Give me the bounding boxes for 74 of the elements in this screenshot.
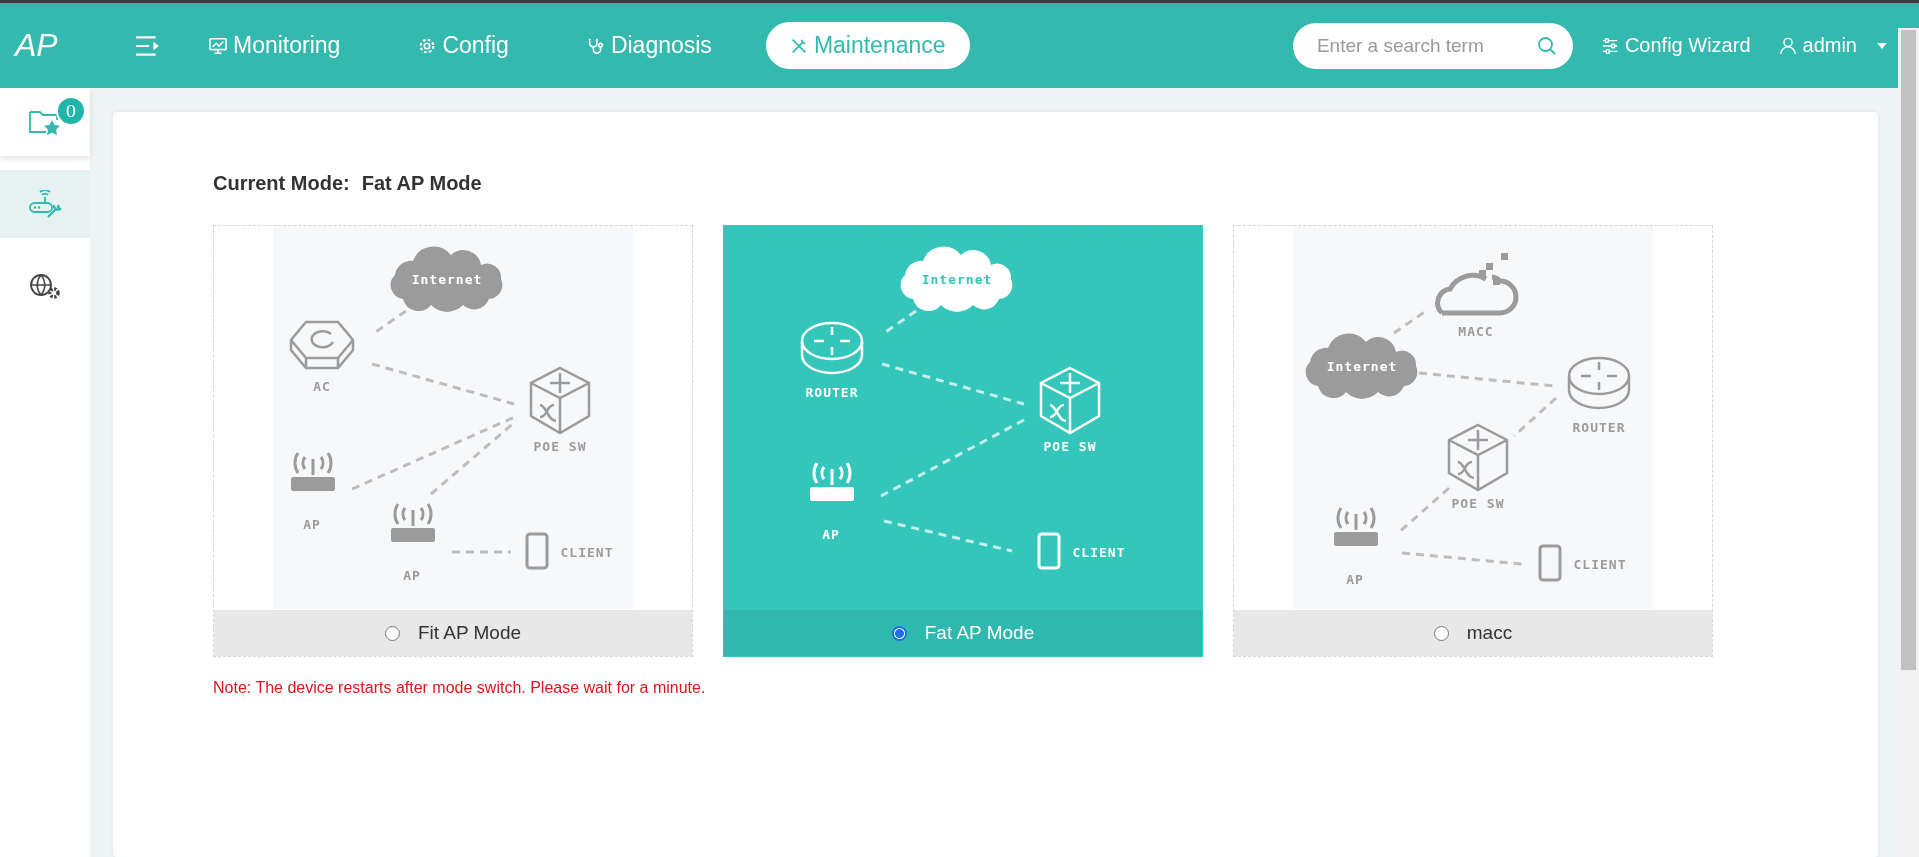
cloud-icon <box>900 246 1013 312</box>
search-field[interactable]: Enter a search term <box>1292 22 1573 69</box>
phone-icon <box>525 532 549 570</box>
cloud-icon <box>390 246 503 312</box>
connection-line <box>1513 396 1557 438</box>
cloud-icon <box>1305 333 1418 399</box>
access-point-icon <box>391 502 435 542</box>
count-badge: 0 <box>56 96 86 126</box>
menu-icon[interactable] <box>135 34 161 57</box>
diagram-label: CLIENT <box>560 545 614 560</box>
diagram-label: POE SW <box>1043 439 1097 454</box>
diagram-label: ROUTER <box>805 385 859 400</box>
mode-label: Fat AP Mode <box>924 622 1035 644</box>
diagram-label: Internet <box>411 272 483 287</box>
diagram-label: MACC <box>1458 324 1494 339</box>
controller-icon <box>289 320 355 370</box>
radio-button[interactable] <box>891 625 907 641</box>
gear-icon <box>418 36 437 55</box>
nav-tab[interactable]: Maintenance <box>765 22 970 69</box>
switch-icon <box>1447 423 1509 492</box>
scrollbar-thumb[interactable] <box>1901 30 1916 670</box>
current-mode-label: Current Mode: <box>213 172 350 195</box>
current-mode-value: Fat AP Mode <box>361 172 482 195</box>
config-wizard-link[interactable]: Config Wizard <box>1600 34 1751 57</box>
router-icon <box>800 321 864 375</box>
folder-star-icon <box>28 108 62 136</box>
sliders-icon <box>1600 36 1619 55</box>
mode-label: Fit AP Mode <box>417 622 522 644</box>
tools-icon <box>789 36 808 55</box>
diagram-label: AP <box>822 527 840 542</box>
globe-gear-icon <box>28 272 62 300</box>
diagram-label: CLIENT <box>1072 545 1126 560</box>
connection-line <box>373 309 407 335</box>
phone-icon <box>1538 544 1562 582</box>
monitor-chart-icon <box>209 36 227 55</box>
radio-button[interactable] <box>1433 625 1449 641</box>
diagram-label: Internet <box>1326 359 1398 374</box>
diagram-label: Internet <box>921 272 993 287</box>
switch-icon <box>529 366 591 435</box>
router-icon <box>1567 356 1631 410</box>
connection-line <box>883 309 917 335</box>
user-menu[interactable]: admin <box>1778 34 1887 57</box>
diagram-label: CLIENT <box>1573 557 1627 572</box>
diagram-label: AC <box>313 379 331 394</box>
mode-label: macc <box>1466 622 1513 644</box>
user-icon <box>1778 36 1797 55</box>
search-icon[interactable] <box>1536 35 1557 56</box>
router-wrench-icon <box>28 190 62 218</box>
connection-line <box>452 550 511 554</box>
warning-note: Note: The device restarts after mode switch. Please wait for a minute. <box>213 679 707 697</box>
access-point-icon <box>1334 506 1378 546</box>
diagram-label: POE SW <box>1451 496 1505 511</box>
cloud-icon <box>1435 253 1519 316</box>
caret-icon <box>1877 42 1887 49</box>
diagram-label: AP <box>403 568 421 583</box>
mode-option-card[interactable]: Internet AC POE SW AP AP CLIENT Fit AP Mode <box>213 225 693 657</box>
switch-icon <box>1039 366 1101 435</box>
connection-line <box>1393 309 1427 335</box>
logo: AP <box>15 27 59 64</box>
stethoscope-icon <box>586 36 605 55</box>
access-point-icon <box>291 451 335 491</box>
mode-option-card[interactable]: Internet ROUTER POE SW AP CLIENT Fat AP Mode <box>723 225 1203 657</box>
diagram-label: ROUTER <box>1572 420 1626 435</box>
diagram-label: POE SW <box>533 439 587 454</box>
nav-tab[interactable]: Diagnosis <box>562 22 736 69</box>
nav-tab[interactable]: Monitoring <box>185 22 365 69</box>
nav-tab[interactable]: Config <box>394 22 533 69</box>
sidebar-item[interactable]: 0 <box>0 88 90 156</box>
diagram-label: AP <box>303 517 321 532</box>
phone-icon <box>1037 532 1061 570</box>
diagram-label: AP <box>1346 572 1364 587</box>
access-point-icon <box>810 461 854 501</box>
mode-option-card[interactable]: MACC Internet ROUTER POE SW AP CLIENT macc <box>1233 225 1713 657</box>
radio-button[interactable] <box>384 625 400 641</box>
